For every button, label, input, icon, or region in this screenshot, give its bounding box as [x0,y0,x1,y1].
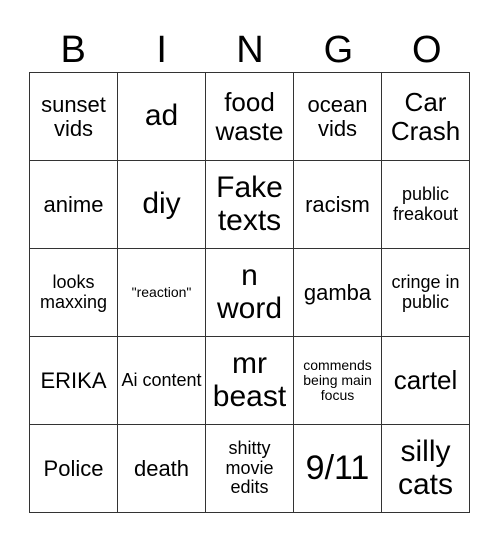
bingo-cell[interactable]: food waste [205,72,294,161]
bingo-cell[interactable]: Fake texts [205,160,294,249]
board-row: sunset vids ad food waste ocean vids Car… [29,72,470,161]
bingo-cell[interactable]: Ai content [117,336,206,425]
bingo-board: sunset vids ad food waste ocean vids Car… [29,72,470,513]
bingo-cell[interactable]: ad [117,72,206,161]
board-row: Police death shitty movie edits 9/11 sil… [29,424,470,513]
bingo-cell[interactable]: n word [205,248,294,337]
bingo-cell[interactable]: mr beast [205,336,294,425]
bingo-cell[interactable]: cartel [381,336,470,425]
header-letter-b: B [60,29,86,71]
bingo-cell[interactable]: commends being main focus [293,336,382,425]
bingo-cell[interactable]: sunset vids [29,72,118,161]
bingo-cell[interactable]: cringe in public [381,248,470,337]
header-letter-g: G [323,29,354,71]
bingo-cell[interactable]: silly cats [381,424,470,513]
header-letter-o: O [412,29,442,71]
bingo-cell[interactable]: racism [293,160,382,249]
header-letter-i: I [156,29,167,71]
bingo-header: B I N G O [29,28,471,72]
bingo-cell[interactable]: anime [29,160,118,249]
header-letter-n: N [236,29,264,71]
bingo-cell[interactable]: Car Crash [381,72,470,161]
bingo-cell[interactable]: 9/11 [293,424,382,513]
board-row: looks maxxing "reaction" n word gamba cr… [29,248,470,337]
bingo-cell[interactable]: death [117,424,206,513]
bingo-cell[interactable]: ERIKA [29,336,118,425]
bingo-cell[interactable]: Police [29,424,118,513]
bingo-cell[interactable]: gamba [293,248,382,337]
board-row: anime diy Fake texts racism public freak… [29,160,470,249]
bingo-cell[interactable]: diy [117,160,206,249]
board-row: ERIKA Ai content mr beast commends being… [29,336,470,425]
bingo-cell[interactable]: shitty movie edits [205,424,294,513]
bingo-cell[interactable]: "reaction" [117,248,206,337]
bingo-cell[interactable]: public freakout [381,160,470,249]
bingo-cell[interactable]: ocean vids [293,72,382,161]
bingo-cell[interactable]: looks maxxing [29,248,118,337]
